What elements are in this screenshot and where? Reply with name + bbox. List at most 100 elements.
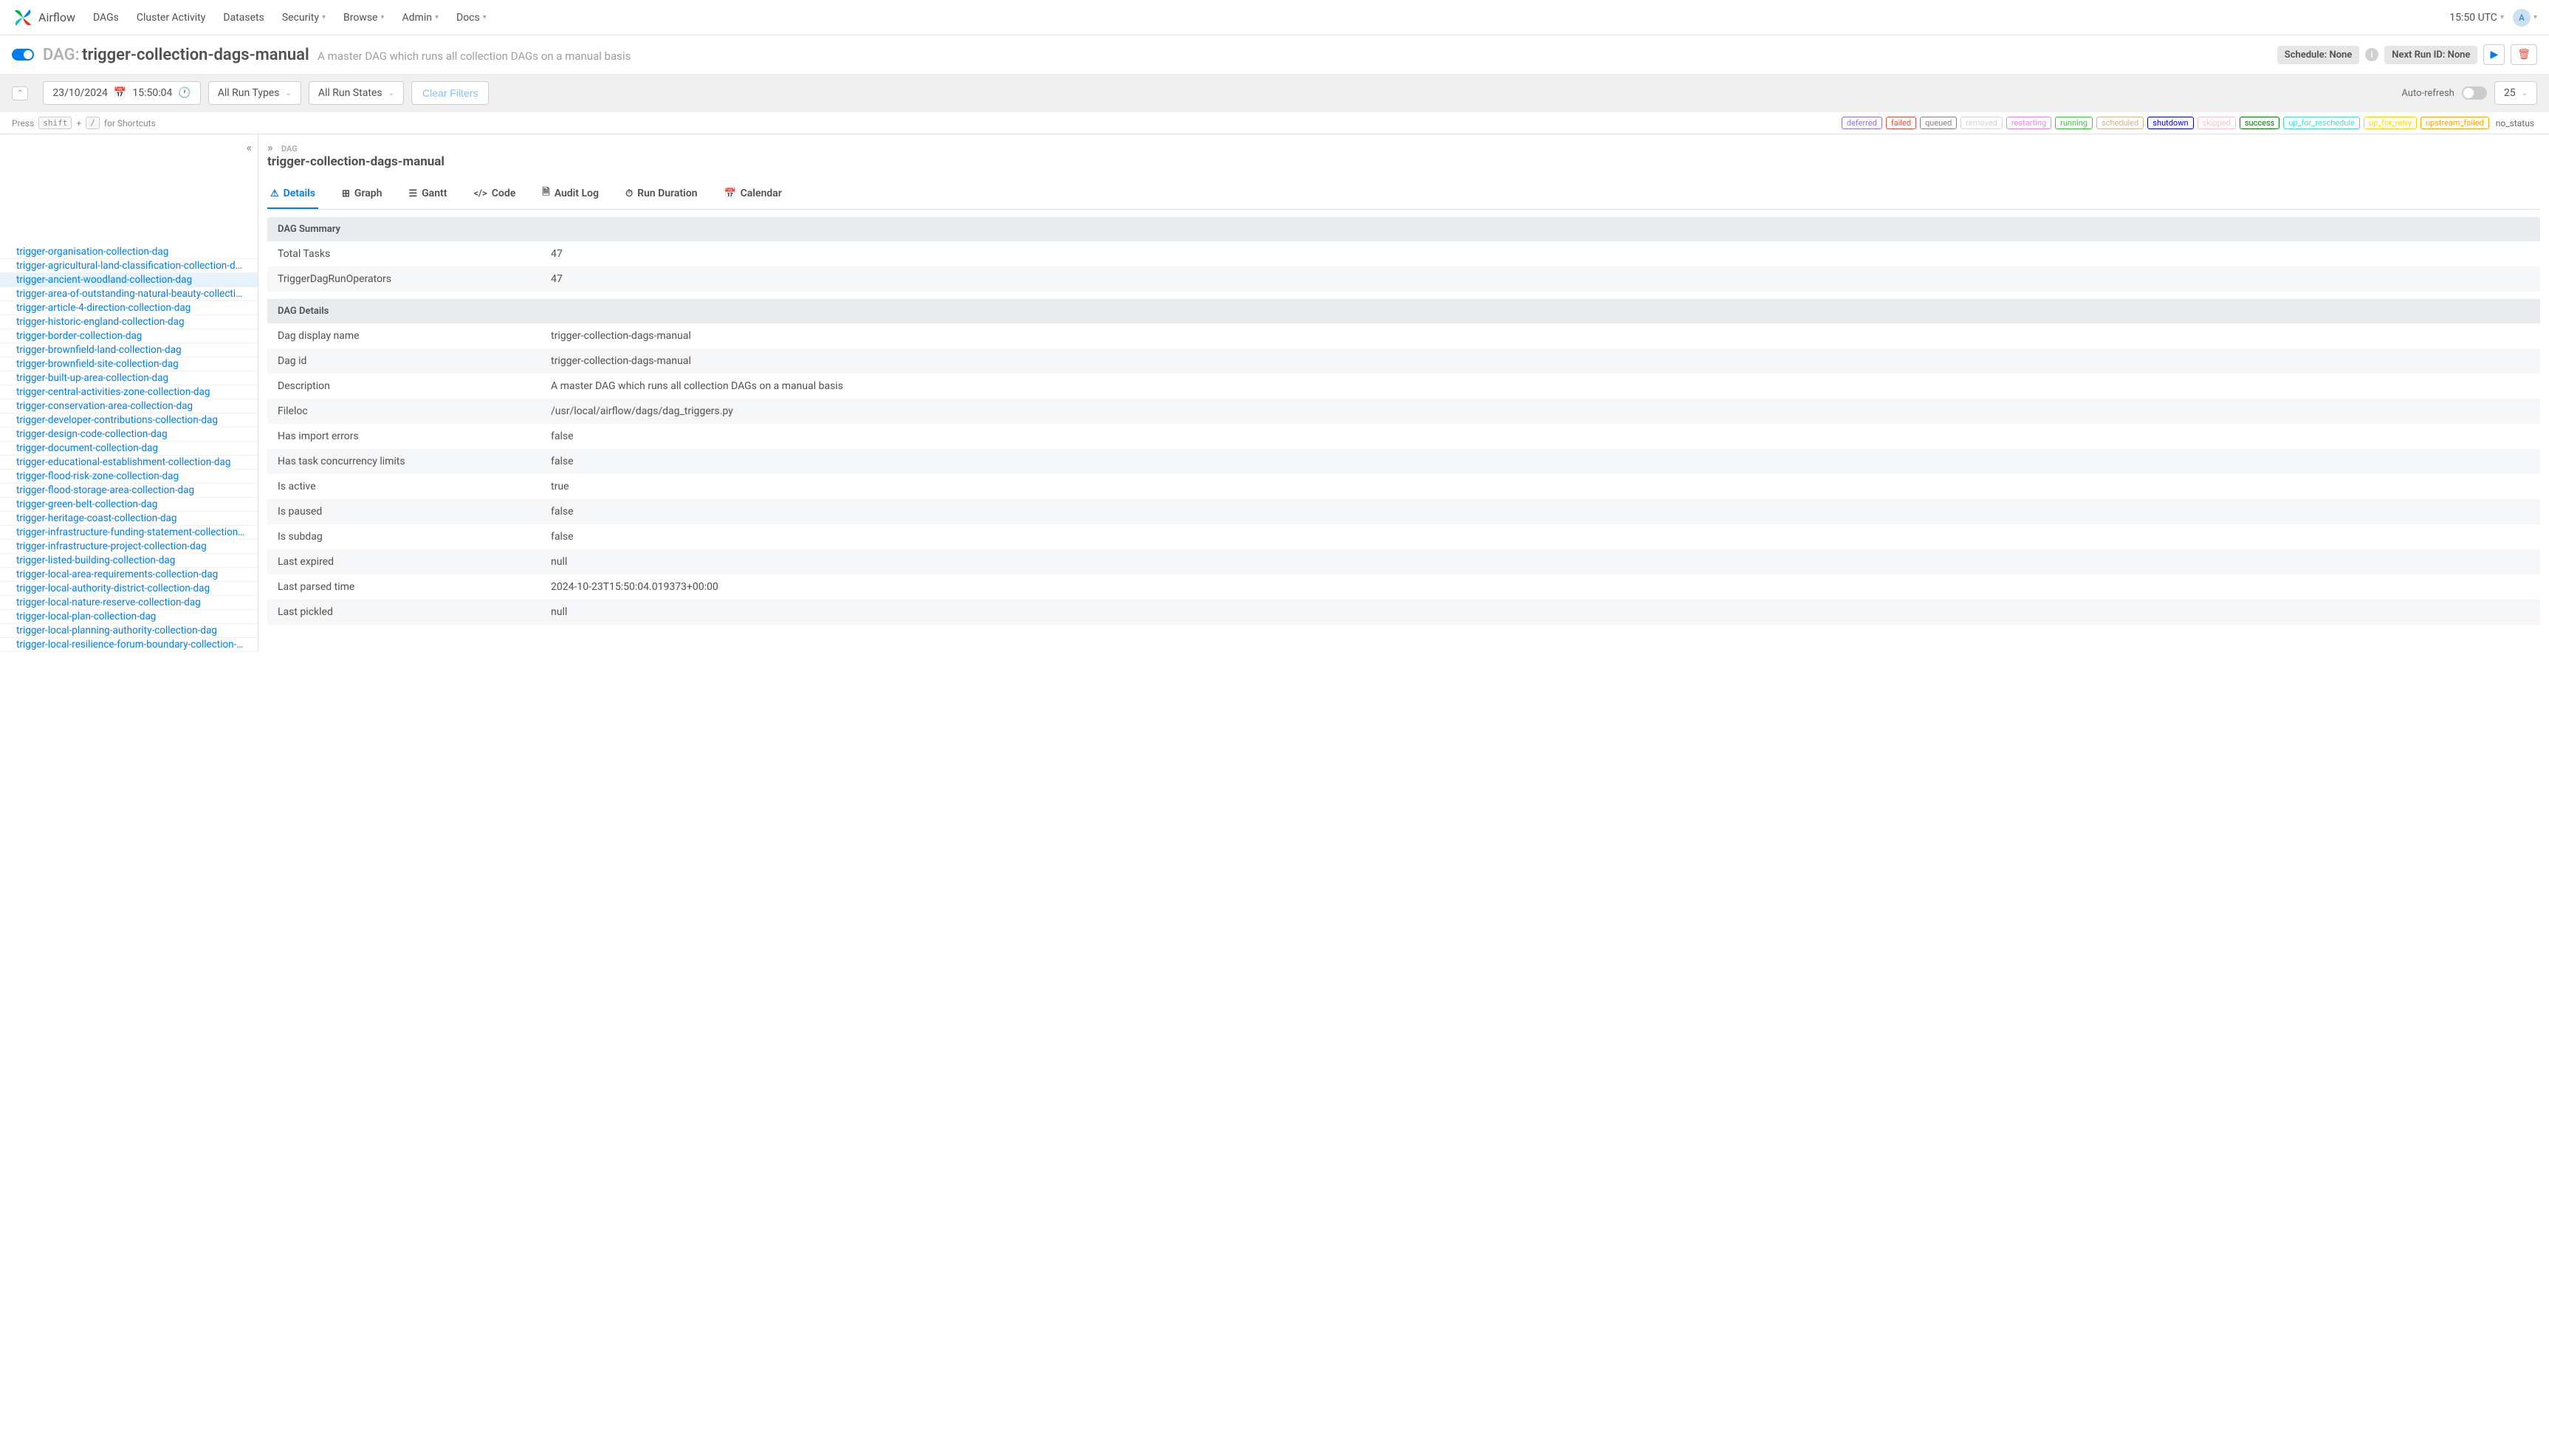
legend-failed[interactable]: failed: [1886, 117, 1916, 129]
legend-skipped[interactable]: skipped: [2198, 117, 2236, 129]
task-item[interactable]: trigger-green-belt-collection-dag: [0, 498, 258, 512]
legend-restarting[interactable]: restarting: [2006, 117, 2051, 129]
expand-content-button[interactable]: »: [267, 140, 273, 154]
info-icon[interactable]: i: [2365, 48, 2378, 61]
row-key: Description: [267, 374, 541, 399]
task-item[interactable]: trigger-flood-risk-zone-collection-dag: [0, 470, 258, 484]
task-item[interactable]: trigger-built-up-area-collection-dag: [0, 371, 258, 385]
legend-removed[interactable]: removed: [1960, 117, 2003, 129]
task-item[interactable]: trigger-ancient-woodland-collection-dag: [0, 273, 258, 287]
state-legend: deferred failed queuedremovedrestarting run…: [1842, 117, 2537, 129]
legend-deferred[interactable]: deferred: [1842, 117, 1882, 129]
nav-item-cluster-activity[interactable]: Cluster Activity: [137, 12, 206, 24]
chevron-down-icon: ▾: [435, 13, 439, 21]
nav-item-browse[interactable]: Browse▾: [343, 12, 385, 24]
task-item[interactable]: trigger-design-code-collection-dag: [0, 427, 258, 442]
nav-item-dags[interactable]: DAGs: [93, 12, 119, 24]
task-item[interactable]: trigger-local-plan-collection-dag: [0, 610, 258, 624]
legend-scheduled[interactable]: scheduled: [2096, 117, 2144, 129]
tab-graph[interactable]: ⊞Graph: [339, 179, 385, 209]
main: « trigger-organisation-collection-dagtri…: [0, 134, 2549, 652]
task-item[interactable]: trigger-heritage-coast-collection-dag: [0, 512, 258, 526]
legend-success[interactable]: success: [2240, 117, 2279, 129]
tab-label: Gantt: [422, 188, 447, 199]
trigger-dag-button[interactable]: ▶: [2483, 44, 2505, 65]
tab-gantt[interactable]: ☰Gantt: [405, 179, 450, 209]
legend-running[interactable]: running: [2055, 117, 2093, 129]
row-key: Last parsed time: [267, 574, 541, 600]
row-value: null: [541, 600, 2540, 625]
run-states-select[interactable]: All Run States ⌄: [309, 81, 404, 105]
calendar-icon: 📅: [724, 188, 735, 199]
tab-audit-log[interactable]: 🗎Audit Log: [539, 179, 602, 209]
user-menu[interactable]: A ▾: [2513, 9, 2537, 27]
nav-item-datasets[interactable]: Datasets: [223, 12, 264, 24]
task-item[interactable]: trigger-flood-storage-area-collection-da…: [0, 484, 258, 498]
task-item[interactable]: trigger-organisation-collection-dag: [0, 245, 258, 259]
task-item[interactable]: trigger-area-of-outstanding-natural-beau…: [0, 287, 258, 301]
collapse-sidebar-button[interactable]: «: [246, 140, 252, 154]
shortcut-plus: +: [76, 118, 81, 128]
page-size-select[interactable]: 25 ⌄: [2494, 81, 2537, 105]
auto-refresh-toggle[interactable]: [2462, 86, 2487, 100]
row-key: Is active: [267, 474, 541, 499]
table-row: Dag idtrigger-collection-dags-manual: [267, 348, 2540, 374]
task-item[interactable]: trigger-border-collection-dag: [0, 329, 258, 343]
dag-paused-toggle[interactable]: [12, 49, 34, 61]
tab-code[interactable]: </>Code: [470, 179, 518, 209]
breadcrumb: DAG: [281, 144, 298, 154]
task-item[interactable]: trigger-educational-establishment-collec…: [0, 456, 258, 470]
row-key: TriggerDagRunOperators: [267, 267, 541, 292]
dag-header: DAG: trigger-collection-dags-manual A ma…: [0, 35, 2549, 74]
task-item[interactable]: trigger-infrastructure-project-collectio…: [0, 540, 258, 554]
task-item[interactable]: trigger-local-authority-district-collect…: [0, 582, 258, 596]
task-item[interactable]: trigger-local-nature-reserve-collection-…: [0, 596, 258, 610]
date-time-filter[interactable]: 23/10/2024 📅 15:50:04 🕐: [43, 81, 200, 105]
next-run-badge[interactable]: Next Run ID: None: [2384, 46, 2477, 64]
legend-up_for_retry[interactable]: up_for_retry: [2364, 117, 2417, 129]
chevron-down-icon: ⌄: [388, 89, 394, 97]
nav-item-security[interactable]: Security▾: [282, 12, 326, 24]
legend-shutdown[interactable]: shutdown: [2147, 117, 2193, 129]
task-item[interactable]: trigger-local-area-requirements-collecti…: [0, 568, 258, 582]
tab-run-duration[interactable]: ⏱Run Duration: [622, 179, 700, 209]
schedule-badge[interactable]: Schedule: None: [2277, 46, 2360, 64]
task-item[interactable]: trigger-local-planning-authority-collect…: [0, 624, 258, 638]
task-item[interactable]: trigger-listed-building-collection-dag: [0, 554, 258, 568]
legend-queued[interactable]: queued: [1920, 117, 1957, 129]
logo[interactable]: Airflow: [12, 7, 75, 29]
row-value: trigger-collection-dags-manual: [541, 348, 2540, 374]
task-item[interactable]: trigger-central-activities-zone-collecti…: [0, 385, 258, 399]
tab-label: Details: [284, 188, 315, 199]
tab-calendar[interactable]: 📅Calendar: [721, 179, 784, 209]
nav-item-admin[interactable]: Admin▾: [402, 12, 439, 24]
task-item[interactable]: trigger-infrastructure-funding-statement…: [0, 526, 258, 540]
utc-time[interactable]: 15:50 UTC ▾: [2449, 12, 2504, 24]
run-types-select[interactable]: All Run Types ⌄: [208, 81, 301, 105]
task-item[interactable]: trigger-brownfield-land-collection-dag: [0, 343, 258, 357]
dag-prefix: DAG:: [43, 46, 80, 64]
legend-upstream_failed[interactable]: upstream_failed: [2421, 117, 2489, 129]
nav-item-docs[interactable]: Docs▾: [456, 12, 487, 24]
run-states-label: All Run States: [318, 87, 382, 99]
task-item[interactable]: trigger-historic-england-collection-dag: [0, 315, 258, 329]
task-item[interactable]: trigger-article-4-direction-collection-d…: [0, 301, 258, 315]
task-item[interactable]: trigger-developer-contributions-collecti…: [0, 413, 258, 427]
legend-no-status[interactable]: no_status: [2493, 117, 2537, 129]
delete-dag-button[interactable]: 🗑: [2511, 44, 2537, 65]
row-key: Has task concurrency limits: [267, 449, 541, 474]
collapse-filters-button[interactable]: ⌃: [12, 86, 28, 100]
legend-up_for_reschedule[interactable]: up_for_reschedule: [2283, 117, 2360, 129]
content: » DAG trigger-collection-dags-manual ⚠De…: [258, 134, 2549, 652]
task-item[interactable]: trigger-local-resilience-forum-boundary-…: [0, 638, 258, 652]
tab-details[interactable]: ⚠Details: [267, 179, 318, 209]
task-item[interactable]: trigger-document-collection-dag: [0, 442, 258, 456]
task-item[interactable]: trigger-conservation-area-collection-dag: [0, 399, 258, 413]
summary-table: Total Tasks47TriggerDagRunOperators47: [267, 241, 2540, 292]
task-item[interactable]: trigger-brownfield-site-collection-dag: [0, 357, 258, 371]
trash-icon: 🗑: [2517, 49, 2531, 61]
row-key: Total Tasks: [267, 241, 541, 267]
task-item[interactable]: trigger-agricultural-land-classification…: [0, 259, 258, 273]
row-value: false: [541, 424, 2540, 449]
clear-filters-button[interactable]: Clear Filters: [411, 81, 489, 105]
